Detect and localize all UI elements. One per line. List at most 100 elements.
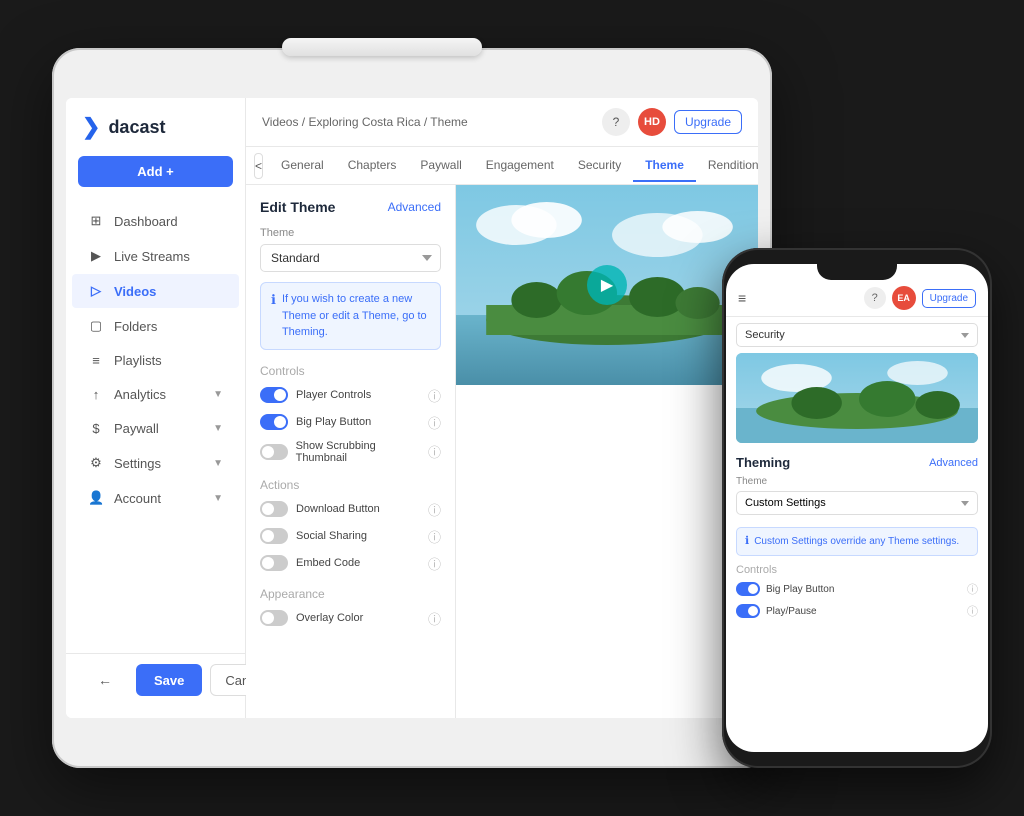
- tab-renditions[interactable]: Renditions: [696, 150, 758, 182]
- sidebar-label-playlists: Playlists: [114, 353, 162, 368]
- sidebar-label-paywall: Paywall: [114, 421, 159, 436]
- phone-upgrade-button[interactable]: Upgrade: [922, 289, 976, 308]
- phone-user-avatar[interactable]: EA: [892, 286, 916, 310]
- tablet-device: ❯ dacast Add + ⊞ Dashboard ▶ Live Stream…: [52, 48, 772, 768]
- dashboard-icon: ⊞: [88, 213, 104, 229]
- scrubbing-thumbnail-toggle[interactable]: [260, 444, 288, 460]
- paywall-icon: $: [88, 421, 104, 436]
- download-button-toggle[interactable]: [260, 501, 288, 517]
- player-controls-info[interactable]: ⓘ: [428, 386, 441, 405]
- sidebar-item-live-streams[interactable]: ▶ Live Streams: [72, 239, 239, 273]
- social-sharing-label: Social Sharing: [296, 530, 367, 542]
- sidebar-item-videos[interactable]: ▷ Videos: [72, 274, 239, 308]
- actions-section-title: Actions: [260, 478, 441, 492]
- phone-help-icon[interactable]: ?: [864, 287, 886, 309]
- dacast-logo-icon: ❯: [82, 114, 100, 140]
- player-controls-toggle[interactable]: [260, 387, 288, 403]
- analytics-icon: ↑: [88, 387, 104, 402]
- save-button[interactable]: Save: [136, 664, 202, 696]
- phone-big-play-left: Big Play Button: [736, 582, 834, 596]
- tab-theme[interactable]: Theme: [633, 150, 696, 182]
- sidebar-item-paywall[interactable]: $ Paywall ▼: [72, 412, 239, 445]
- account-icon: 👤: [88, 490, 104, 506]
- tab-general[interactable]: General: [269, 150, 336, 182]
- advanced-link[interactable]: Advanced: [388, 200, 441, 214]
- sidebar-item-dashboard[interactable]: ⊞ Dashboard: [72, 204, 239, 238]
- embed-code-toggle[interactable]: [260, 555, 288, 571]
- phone-theme-select[interactable]: Custom Settings Standard Dark: [736, 491, 978, 515]
- overlay-color-left: Overlay Color: [260, 610, 363, 626]
- download-button-left: Download Button: [260, 501, 380, 517]
- player-controls-label: Player Controls: [296, 389, 371, 401]
- sidebar-item-analytics[interactable]: ↑ Analytics ▼: [72, 378, 239, 411]
- overlay-color-row: Overlay Color ⓘ: [260, 609, 441, 628]
- sidebar-item-account[interactable]: 👤 Account ▼: [72, 481, 239, 515]
- live-streams-icon: ▶: [88, 248, 104, 264]
- phone-menu-icon[interactable]: ≡: [738, 290, 746, 306]
- chevron-down-icon-4: ▼: [213, 493, 223, 504]
- phone-big-play-info[interactable]: ⓘ: [967, 581, 978, 597]
- tab-bar: < General Chapters Paywall Engagement Se…: [246, 147, 758, 185]
- big-play-button-toggle[interactable]: [260, 414, 288, 430]
- content-area: Edit Theme Advanced Theme Standard Custo…: [246, 185, 758, 718]
- phone-play-pause-info[interactable]: ⓘ: [967, 603, 978, 619]
- phone-video-svg: [736, 353, 978, 443]
- app-layout: ❯ dacast Add + ⊞ Dashboard ▶ Live Stream…: [66, 98, 758, 718]
- download-button-info[interactable]: ⓘ: [428, 500, 441, 519]
- scrubbing-thumbnail-left: Show Scrubbing Thumbnail: [260, 440, 428, 464]
- tab-engagement[interactable]: Engagement: [474, 150, 566, 182]
- phone-theme-label: Theme: [736, 476, 978, 487]
- controls-section-title: Controls: [260, 364, 441, 378]
- phone-notch: [817, 264, 897, 280]
- sidebar-nav: ⊞ Dashboard ▶ Live Streams ▷ Videos ▢: [66, 203, 245, 516]
- stylus-pencil: [282, 38, 482, 56]
- big-play-button-info[interactable]: ⓘ: [428, 413, 441, 432]
- tab-chapters[interactable]: Chapters: [336, 150, 409, 182]
- theme-select[interactable]: Standard Custom Dark Light: [260, 244, 441, 272]
- user-avatar[interactable]: HD: [638, 108, 666, 136]
- settings-icon: ⚙: [88, 455, 104, 471]
- add-button[interactable]: Add +: [78, 156, 233, 187]
- embed-code-info[interactable]: ⓘ: [428, 554, 441, 573]
- overlay-color-info[interactable]: ⓘ: [428, 609, 441, 628]
- chevron-down-icon-2: ▼: [213, 423, 223, 434]
- phone-controls-title: Controls: [736, 564, 978, 576]
- help-button[interactable]: ?: [602, 108, 630, 136]
- info-text: If you wish to create a new Theme or edi…: [282, 291, 430, 341]
- back-button[interactable]: ←: [82, 664, 128, 696]
- play-button-overlay[interactable]: ▶: [587, 265, 627, 305]
- sidebar-label-videos: Videos: [114, 284, 156, 299]
- scrubbing-thumbnail-row: Show Scrubbing Thumbnail ⓘ: [260, 440, 441, 464]
- phone-big-play-toggle[interactable]: [736, 582, 760, 596]
- tab-back-button[interactable]: <: [254, 153, 263, 179]
- sidebar-bottom: ← Save Cancel: [66, 653, 245, 718]
- phone-video-preview: [736, 353, 978, 443]
- phone-big-play-button-row: Big Play Button ⓘ: [736, 581, 978, 597]
- breadcrumb: Videos / Exploring Costa Rica / Theme: [262, 115, 468, 129]
- phone-play-pause-toggle[interactable]: [736, 604, 760, 618]
- phone-info-box: ℹ Custom Settings override any Theme set…: [736, 527, 978, 556]
- download-button-row: Download Button ⓘ: [260, 500, 441, 519]
- tab-security[interactable]: Security: [566, 150, 633, 182]
- phone-advanced-link[interactable]: Advanced: [929, 457, 978, 469]
- social-sharing-toggle[interactable]: [260, 528, 288, 544]
- tab-paywall[interactable]: Paywall: [408, 150, 473, 182]
- sidebar-label-live-streams: Live Streams: [114, 249, 190, 264]
- info-icon: ℹ: [271, 292, 276, 308]
- sidebar-item-folders[interactable]: ▢ Folders: [72, 309, 239, 343]
- social-sharing-row: Social Sharing ⓘ: [260, 527, 441, 546]
- phone-info-text: Custom Settings override any Theme setti…: [754, 534, 959, 549]
- upgrade-button[interactable]: Upgrade: [674, 110, 742, 134]
- folders-icon: ▢: [88, 318, 104, 334]
- phone-screen: ≡ ? EA Upgrade Security: [726, 264, 988, 752]
- embed-code-left: Embed Code: [260, 555, 360, 571]
- sidebar-label-analytics: Analytics: [114, 387, 166, 402]
- chevron-down-icon: ▼: [213, 389, 223, 400]
- phone-security-select[interactable]: Security: [736, 323, 978, 347]
- overlay-color-label: Overlay Color: [296, 612, 363, 624]
- scrubbing-thumbnail-info[interactable]: ⓘ: [428, 442, 441, 461]
- social-sharing-info[interactable]: ⓘ: [428, 527, 441, 546]
- sidebar-item-playlists[interactable]: ≡ Playlists: [72, 344, 239, 377]
- overlay-color-toggle[interactable]: [260, 610, 288, 626]
- sidebar-item-settings[interactable]: ⚙ Settings ▼: [72, 446, 239, 480]
